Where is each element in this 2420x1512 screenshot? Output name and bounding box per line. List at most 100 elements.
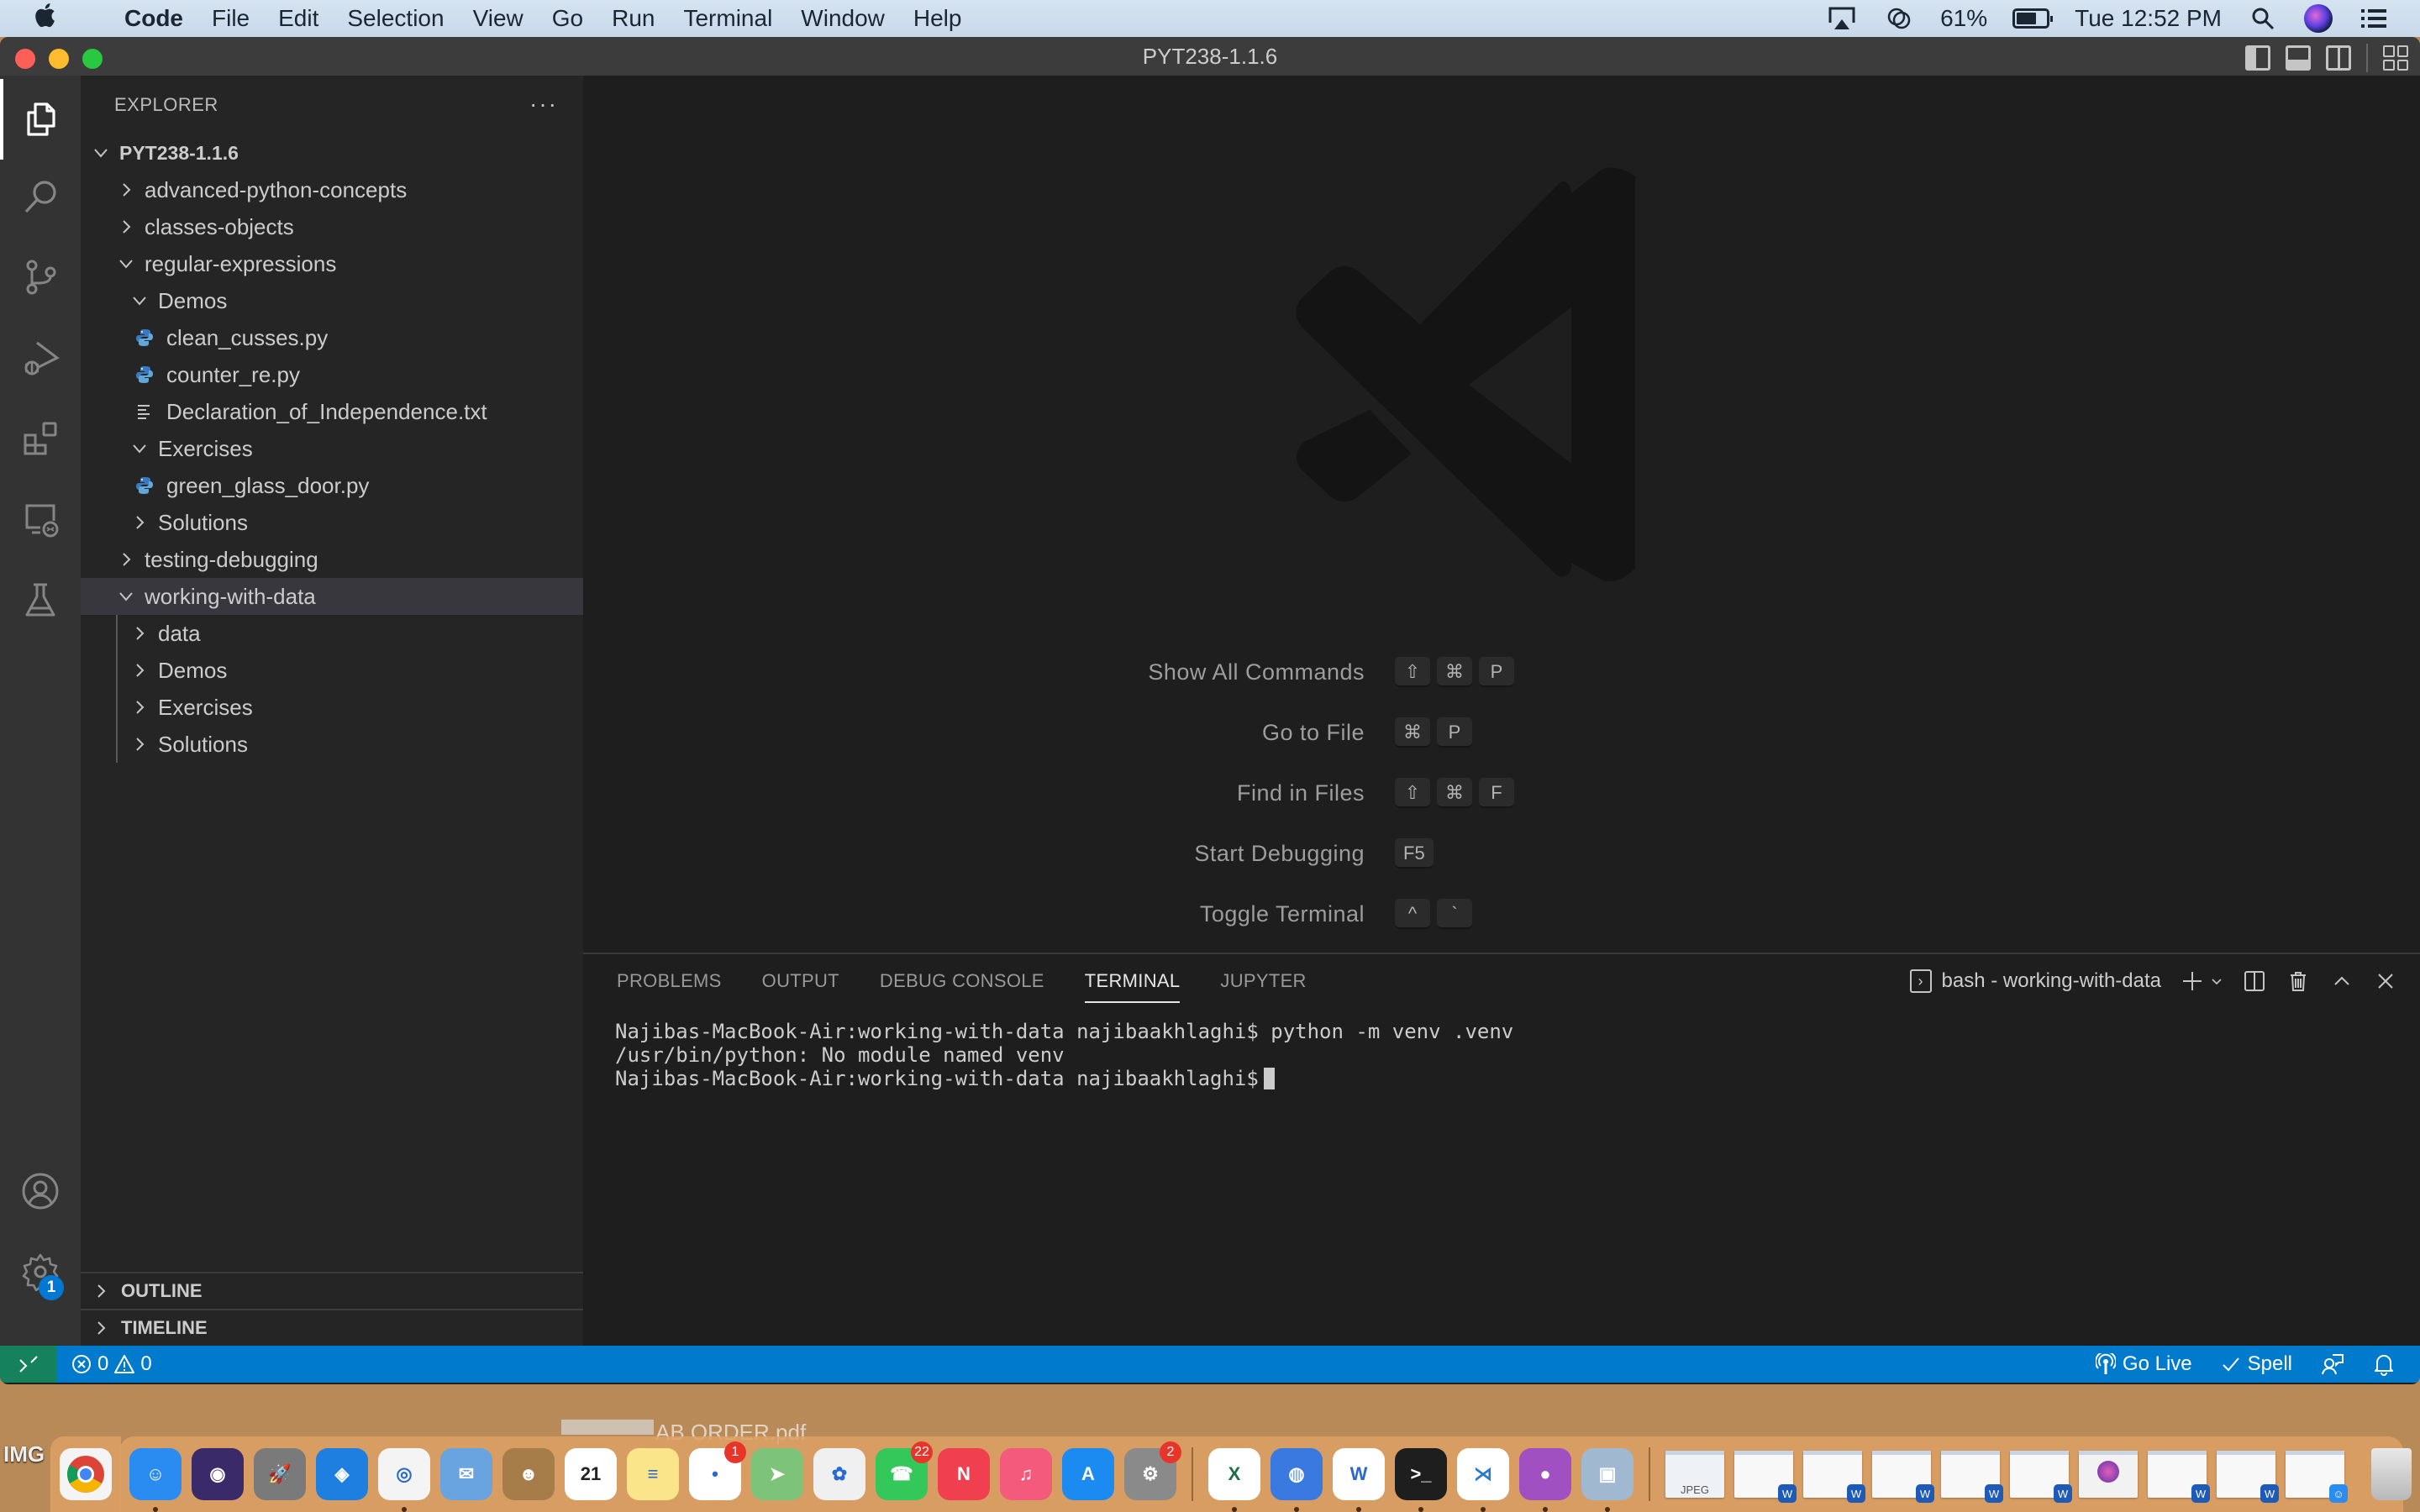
dock-trash-icon[interactable] xyxy=(2371,1448,2412,1500)
dock-microsoft-excel-icon[interactable]: X xyxy=(1208,1448,1260,1512)
clock[interactable]: Tue 12:52 PM xyxy=(2075,5,2222,32)
split-terminal-icon[interactable] xyxy=(2242,969,2267,994)
feedback-button[interactable] xyxy=(2321,1352,2344,1376)
activity-source-control[interactable] xyxy=(0,237,81,318)
menu-help[interactable]: Help xyxy=(913,5,962,32)
tree-folder[interactable]: Demos xyxy=(81,652,583,689)
customize-layout-icon[interactable] xyxy=(2383,45,2408,71)
dock-safari-icon[interactable]: ◈ xyxy=(316,1448,368,1500)
dock-preview-icon[interactable]: ▣ xyxy=(1581,1448,1634,1512)
dock-facetime-icon[interactable]: ☎ 22 xyxy=(876,1441,933,1500)
battery-icon[interactable] xyxy=(2012,8,2054,29)
remote-indicator[interactable] xyxy=(0,1346,57,1383)
terminal-output[interactable]: Najibas-MacBook-Air:working-with-data na… xyxy=(583,1008,2420,1090)
control-center-icon[interactable] xyxy=(2358,6,2390,31)
tab-jupyter[interactable]: JUPYTER xyxy=(1220,954,1306,1008)
shortcut-hint[interactable]: Toggle Terminal ^ ` xyxy=(583,897,2420,931)
shortcut-hint[interactable]: Find in Files ⇧ ⌘ F xyxy=(583,776,2420,810)
shortcut-hint[interactable]: Show All Commands ⇧ ⌘ P xyxy=(583,655,2420,689)
new-terminal-plus-icon[interactable] xyxy=(2180,969,2205,994)
menu-go[interactable]: Go xyxy=(552,5,583,32)
activity-manage[interactable]: 1 xyxy=(0,1231,81,1312)
close-panel-icon[interactable] xyxy=(2373,969,2398,994)
activity-extensions[interactable] xyxy=(0,398,81,479)
tree-folder[interactable]: classes-objects xyxy=(81,208,583,245)
dock-maps-icon[interactable]: ➤ xyxy=(751,1448,803,1500)
dock-google-chrome-icon[interactable]: ◎ xyxy=(378,1448,430,1512)
dock-recent-document[interactable]: W xyxy=(1941,1451,2003,1503)
tree-folder[interactable]: regular-expressions xyxy=(81,245,583,282)
dock-music-icon[interactable]: ♫ xyxy=(1000,1448,1052,1500)
apple-menu-icon[interactable] xyxy=(34,2,82,35)
dock-recent-document[interactable]: W xyxy=(1872,1451,1934,1503)
close-window-button[interactable] xyxy=(15,49,35,69)
dock-system-preferences-icon[interactable]: ⚙ 2 xyxy=(1124,1441,1181,1500)
dock-chrome-handoff-icon[interactable] xyxy=(60,1448,112,1500)
toggle-primary-sidebar-icon[interactable] xyxy=(2245,45,2270,71)
tree-folder[interactable]: advanced-python-concepts xyxy=(81,171,583,208)
dock-recent-document[interactable]: JPEG xyxy=(1665,1451,1724,1498)
activity-explorer[interactable] xyxy=(0,79,81,160)
activity-accounts[interactable] xyxy=(0,1151,81,1231)
menu-run[interactable]: Run xyxy=(612,5,655,32)
tab-debug-console[interactable]: DEBUG CONSOLE xyxy=(880,954,1044,1008)
tree-folder[interactable]: Demos xyxy=(81,282,583,319)
dock-recent-document[interactable] xyxy=(2079,1451,2138,1498)
minimize-window-button[interactable] xyxy=(49,49,69,69)
desktop-file-label[interactable]: IMG xyxy=(3,1441,45,1467)
dock-recent-document[interactable]: W xyxy=(2217,1451,2279,1503)
menu-file[interactable]: File xyxy=(212,5,250,32)
kill-terminal-trash-icon[interactable] xyxy=(2286,969,2311,994)
dock-photos-icon[interactable]: ✿ xyxy=(813,1448,865,1500)
go-live-button[interactable]: Go Live xyxy=(2095,1352,2192,1376)
airplay-icon[interactable] xyxy=(1826,6,1858,31)
tab-output[interactable]: OUTPUT xyxy=(762,954,839,1008)
dock-recent-document[interactable]: W xyxy=(2148,1451,2210,1503)
notifications-button[interactable] xyxy=(2373,1352,2395,1376)
editor-area[interactable]: Show All Commands ⇧ ⌘ P Go to File ⌘ P Find in … xyxy=(583,76,2420,953)
dock-microsoft-word-icon[interactable]: W xyxy=(1333,1448,1385,1512)
dock-network-utility-icon[interactable]: ◍ xyxy=(1270,1448,1323,1512)
tree-folder[interactable]: Exercises xyxy=(81,430,583,467)
tree-folder[interactable]: Solutions xyxy=(81,504,583,541)
tree-folder[interactable]: Exercises xyxy=(81,689,583,726)
wifi-icon[interactable] xyxy=(1883,6,1915,31)
tree-folder[interactable]: testing-debugging xyxy=(81,541,583,578)
dock-siri-icon[interactable]: ◉ xyxy=(192,1448,244,1500)
shortcut-hint[interactable]: Go to File ⌘ P xyxy=(583,716,2420,749)
dock-news-icon[interactable]: N xyxy=(938,1448,990,1500)
activity-remote-explorer[interactable] xyxy=(0,479,81,559)
problems-indicator[interactable]: 0 0 xyxy=(71,1352,152,1376)
desktop-file-thumbnail[interactable] xyxy=(561,1420,654,1435)
timeline-section[interactable]: TIMELINE xyxy=(81,1309,583,1346)
tree-file[interactable]: clean_cusses.py xyxy=(81,319,583,356)
tab-problems[interactable]: PROBLEMS xyxy=(617,954,722,1008)
more-actions-icon[interactable]: ··· xyxy=(529,91,558,118)
menu-edit[interactable]: Edit xyxy=(278,5,318,32)
zoom-window-button[interactable] xyxy=(82,49,103,69)
toggle-panel-icon[interactable] xyxy=(2286,45,2311,71)
dock-recent-document[interactable]: W xyxy=(1803,1451,1865,1503)
dock-terminal-icon[interactable]: >_ xyxy=(1395,1448,1447,1512)
tree-folder[interactable]: Solutions xyxy=(81,726,583,763)
dock-mail-icon[interactable]: ✉ xyxy=(440,1448,492,1500)
menu-app-name[interactable]: Code xyxy=(124,5,183,32)
menu-terminal[interactable]: Terminal xyxy=(683,5,772,32)
siri-icon[interactable] xyxy=(2304,4,2333,33)
activity-run-debug[interactable] xyxy=(0,318,81,398)
dock-notes-icon[interactable]: ≡ xyxy=(627,1448,679,1500)
shortcut-hint[interactable]: Start Debugging F5 xyxy=(583,837,2420,870)
terminal-profile-chevron-down-icon[interactable] xyxy=(2210,969,2223,994)
tree-file[interactable]: green_glass_door.py xyxy=(81,467,583,504)
menu-selection[interactable]: Selection xyxy=(347,5,444,32)
dock-reminders-icon[interactable]: • 1 xyxy=(689,1441,746,1500)
tree-folder[interactable]: working-with-data xyxy=(81,578,583,615)
workspace-root[interactable]: PYT238-1.1.6 xyxy=(81,134,583,171)
terminal-selector[interactable]: › bash - working-with-data xyxy=(1909,969,2161,993)
toggle-secondary-sidebar-icon[interactable] xyxy=(2326,45,2351,71)
dock-recent-document[interactable]: W xyxy=(2010,1451,2072,1503)
activity-testing[interactable] xyxy=(0,559,81,640)
dock-visual-studio-code-icon[interactable]: ⋊ xyxy=(1457,1448,1509,1512)
spotlight-search-icon[interactable] xyxy=(2247,6,2279,31)
tree-folder[interactable]: data xyxy=(81,615,583,652)
